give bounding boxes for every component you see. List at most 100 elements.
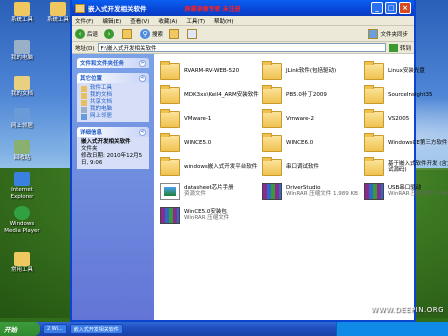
file-item[interactable]: MDK3xx\Keil4_ARM安装软件 (160, 84, 260, 106)
file-item-name: VS2005 (388, 115, 410, 122)
file-item[interactable]: SourceInsight35 (364, 84, 448, 106)
file-item-name: windows嵌入式开发平台软件 (184, 163, 258, 170)
file-item[interactable]: PB5.0补丁2009 (262, 84, 362, 106)
desktop-icon-my-computer[interactable]: 我的电脑 (2, 40, 42, 62)
file-item[interactable]: 串口调试软件 (262, 156, 362, 178)
folder-icon (262, 132, 282, 152)
search-button[interactable]: ⚲ 搜索 (140, 28, 163, 39)
file-item[interactable]: USB串口驱动WinRAR 压缩文件 5,960 KB (364, 180, 448, 202)
file-item[interactable]: JLink软件(包括驱动) (262, 60, 362, 82)
file-item[interactable]: WindowsCE第三方软件 (364, 132, 448, 154)
file-item[interactable]: WINCE5.0 (160, 132, 260, 154)
menu-favorites[interactable]: 收藏(A) (158, 17, 177, 25)
place-network[interactable]: 网上邻居 (81, 113, 145, 120)
taskbar-item-1[interactable]: 2 Wi... (43, 324, 67, 334)
window-body: 文件和文件夹任务» 其它位置 « 软件工具 我的文档 共享文档 我的电脑 网上邻居… (72, 54, 448, 320)
file-item[interactable]: datasheet芯片手册 资源文件 (160, 180, 260, 202)
file-item-name: 基于嵌入式软件开发 (含文件调试源码) (388, 160, 448, 174)
file-tasks-header[interactable]: 文件和文件夹任务» (77, 58, 149, 68)
documents-icon (14, 76, 30, 90)
file-item[interactable]: Vmware-2 (262, 108, 362, 130)
file-item-label: JLink软件(包括驱动) (286, 68, 336, 75)
menu-bar: 文件(F) 编辑(E) 查看(V) 收藏(A) 工具(T) 帮助(H) (72, 16, 414, 26)
file-item-label: WindowsCE第三方软件 (388, 140, 447, 147)
file-item[interactable]: 基于嵌入式软件开发 (含文件调试源码) (364, 156, 448, 178)
file-tasks-panel: 文件和文件夹任务» (77, 58, 149, 68)
file-item-name: 串口调试软件 (286, 163, 320, 170)
desktop-icon-common-tools[interactable]: 常用工具 (2, 252, 42, 274)
folder-icon (364, 60, 384, 80)
taskbar: 开始 2 Wi... 嵌入式开发相关软件 (0, 322, 448, 336)
folder-sync-button[interactable]: 文件夹同步 (368, 28, 408, 39)
file-item[interactable]: windows嵌入式开发平台软件 (160, 156, 260, 178)
file-item-label: windows嵌入式开发平台软件 (184, 164, 257, 171)
title-bar[interactable]: 嵌入式开发相关软件 屏幕录像专家 未注册 _ □ × (72, 0, 414, 16)
file-item-label: 基于嵌入式软件开发 (含文件调试源码) (388, 161, 448, 174)
details-panel: 详细信息 « 嵌入式开发相关软件 文件夹 修改日期: 2010年12月5日, 9:… (77, 127, 149, 169)
shared-folder-icon (81, 99, 87, 106)
other-places-header[interactable]: 其它位置 « (77, 73, 149, 83)
menu-tools[interactable]: 工具(T) (186, 17, 205, 25)
start-button[interactable]: 开始 (0, 322, 40, 336)
folder-icon (160, 108, 180, 128)
menu-file[interactable]: 文件(F) (75, 17, 93, 25)
back-button[interactable]: ‹ 后退 (75, 28, 98, 39)
file-item-name: WindowsCE第三方软件 (388, 139, 448, 146)
desktop-icon-media-player[interactable]: Windows Media Player (2, 206, 42, 234)
details-header[interactable]: 详细信息 « (77, 127, 149, 137)
desktop-icon-recycle-bin[interactable]: 回收站 (2, 140, 42, 162)
folders-button[interactable] (169, 28, 181, 39)
file-item[interactable]: DriverStudio WinRAR 压缩文件 1,989 KB (262, 180, 362, 202)
desktop-icon-tools[interactable]: 系统工具 (2, 2, 42, 24)
forward-arrow-icon: › (104, 28, 115, 39)
maximize-button[interactable]: □ (385, 2, 397, 14)
file-item[interactable]: VS2005 (364, 108, 448, 130)
folder-icon (14, 252, 30, 266)
views-button[interactable] (187, 28, 199, 39)
details-body: 嵌入式开发相关软件 文件夹 修改日期: 2010年12月5日, 9:06 (77, 137, 149, 169)
file-item-label: datasheet芯片手册 资源文件 (184, 185, 234, 198)
file-item-label: WinCE5.0安装包 WinRAR 压缩文件 (184, 209, 229, 222)
ie-icon (14, 172, 30, 186)
up-folder-icon (122, 28, 133, 39)
address-input[interactable]: F:\嵌入式开发相关软件 (97, 43, 386, 52)
details-name: 嵌入式开发相关软件 (81, 139, 131, 145)
file-item-label: USB串口驱动WinRAR 压缩文件 5,960 KB (388, 185, 448, 198)
folders-icon (169, 28, 180, 39)
chevron-icon[interactable]: « (139, 128, 146, 136)
file-item-label: PB5.0补丁2009 (286, 92, 327, 99)
menu-edit[interactable]: 编辑(E) (102, 17, 121, 25)
menu-help[interactable]: 帮助(H) (214, 17, 233, 25)
go-arrow-icon (388, 43, 398, 52)
place-shared-documents[interactable]: 共享文档 (81, 99, 145, 106)
media-player-icon (14, 206, 30, 220)
close-button[interactable]: × (399, 2, 411, 14)
window-title: 嵌入式开发相关软件 (88, 5, 147, 13)
place-my-documents[interactable]: 我的文档 (81, 92, 145, 99)
file-item[interactable]: VMware-1 (160, 108, 260, 130)
folder-icon (14, 2, 30, 16)
desktop-icon-my-documents[interactable]: 我的文档 (2, 76, 42, 98)
address-bar: 地址(D) F:\嵌入式开发相关软件 转到 (72, 42, 414, 54)
menu-view[interactable]: 查看(V) (130, 17, 149, 25)
file-item[interactable]: WinCE5.0安装包 WinRAR 压缩文件 (160, 204, 260, 226)
chevron-icon[interactable]: » (139, 59, 146, 67)
desktop-icon-network[interactable]: 网上邻居 (2, 108, 42, 130)
taskbar-item-2[interactable]: 嵌入式开发相关软件 (69, 324, 123, 334)
forward-button[interactable]: › (104, 28, 116, 39)
file-item[interactable]: Linux安装光盘 (364, 60, 448, 82)
go-button[interactable]: 转到 (388, 43, 411, 52)
desktop-icon-ie[interactable]: Internet Explorer (2, 172, 42, 200)
winrar-archive-icon (364, 182, 384, 200)
folder-icon (262, 156, 282, 176)
place-my-computer[interactable]: 我的电脑 (81, 106, 145, 113)
place-software-tools[interactable]: 软件工具 (81, 85, 145, 92)
minimize-button[interactable]: _ (371, 2, 383, 14)
file-item-name: MDK3xx\Keil4_ARM安装软件 (184, 91, 259, 98)
file-item[interactable]: RVARM-RV-WEB-520 (160, 60, 260, 82)
chevron-icon[interactable]: « (139, 74, 146, 82)
file-item[interactable]: WINCE6.0 (262, 132, 362, 154)
up-button[interactable] (122, 28, 134, 39)
network-icon (81, 113, 87, 120)
file-item-label: SourceInsight35 (388, 92, 433, 99)
